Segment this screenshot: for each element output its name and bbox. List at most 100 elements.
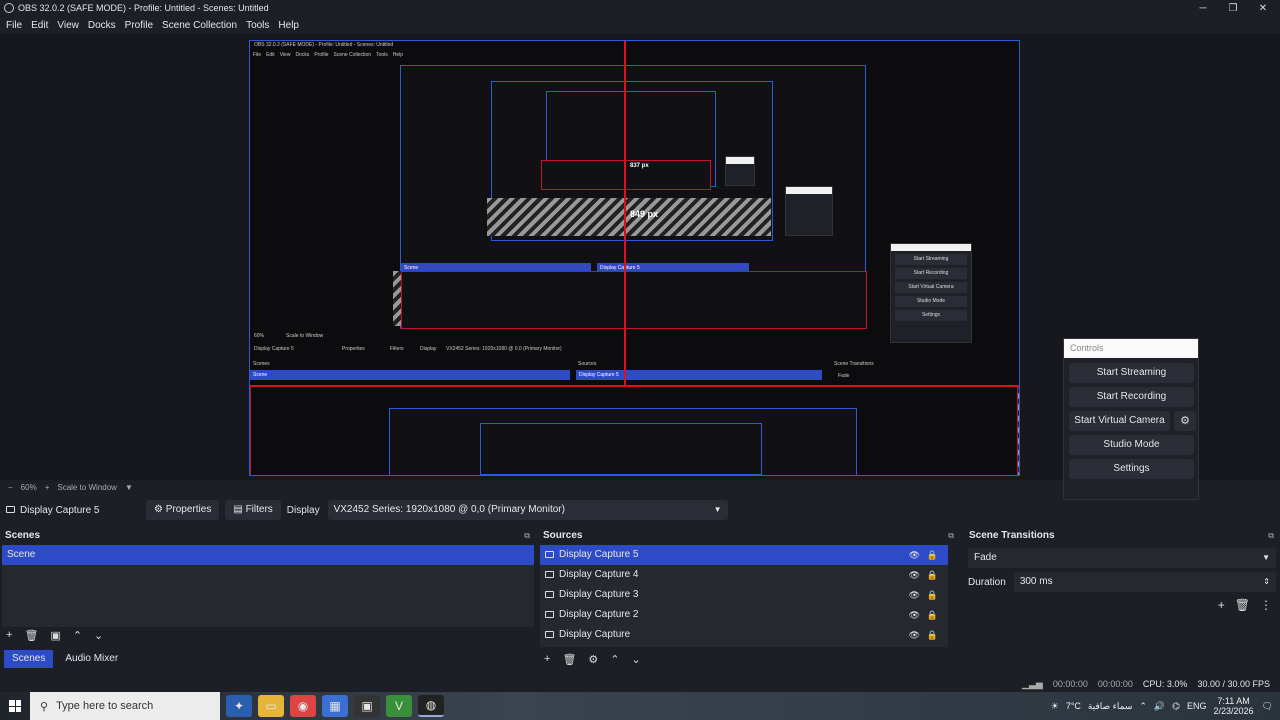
nested-selection-box-2	[401, 271, 867, 329]
move-up-icon[interactable]: ⌃	[73, 629, 82, 642]
minimize-button[interactable]: ─	[1186, 0, 1220, 16]
source-item[interactable]: Display Capture 5 👁 🔒	[540, 545, 948, 565]
menu-file[interactable]: File	[6, 20, 22, 31]
volume-icon[interactable]: 🔊	[1154, 701, 1165, 712]
chrome-icon[interactable]: ◉	[290, 695, 316, 717]
duration-row: Duration 300 ms ⇕	[968, 572, 1276, 592]
add-source-icon[interactable]: +	[544, 653, 550, 666]
tray-chevron-icon[interactable]: ⌃	[1139, 701, 1147, 712]
nested-properties: Properties	[342, 346, 365, 352]
undock-icon[interactable]: ⧉	[524, 528, 530, 544]
zoom-in-button[interactable]: +	[45, 483, 50, 492]
language-indicator[interactable]: ENG	[1187, 701, 1207, 711]
close-button[interactable]: ✕	[1246, 0, 1280, 16]
network-icon[interactable]: ⌬	[1172, 701, 1180, 712]
move-down-icon[interactable]: ⌄	[632, 653, 641, 666]
undock-icon[interactable]: ⧉	[948, 528, 954, 544]
record-time: 00:00:00	[1097, 679, 1133, 689]
add-transition-icon[interactable]: +	[1218, 598, 1225, 612]
studio-mode-button[interactable]: Studio Mode	[1069, 435, 1194, 455]
lock-icon[interactable]: 🔒	[927, 545, 938, 565]
nested-display-value: VX2452 Series: 1920x1080 @ 0,0 (Primary …	[446, 346, 562, 352]
nested-hatch-1	[487, 198, 771, 236]
start-streaming-button[interactable]: Start Streaming	[1069, 363, 1194, 383]
source-item[interactable]: Display Capture 3 👁 🔒	[540, 585, 948, 605]
menu-edit[interactable]: Edit	[31, 20, 48, 31]
source-item[interactable]: Display Capture 4 👁 🔒	[540, 565, 948, 585]
zoom-out-button[interactable]: −	[8, 483, 13, 492]
nested-bottom-frame	[250, 385, 1018, 475]
nested-scenes-title: Scenes	[253, 361, 270, 367]
move-down-icon[interactable]: ⌄	[94, 629, 103, 642]
nested-bottom-inner-2	[480, 423, 762, 475]
eye-icon[interactable]: 👁	[909, 625, 920, 645]
properties-button[interactable]: ⚙ Properties	[146, 500, 220, 520]
start-recording-button[interactable]: Start Recording	[1069, 387, 1194, 407]
monitor-icon	[545, 571, 554, 578]
tab-scenes[interactable]: Scenes	[4, 650, 54, 668]
duration-input[interactable]: 300 ms ⇕	[1013, 572, 1276, 592]
source-item-label: Display Capture 4	[559, 569, 639, 580]
eye-icon[interactable]: 👁	[909, 545, 920, 565]
nested-start-virtual-camera: Start Virtual Camera	[895, 282, 967, 293]
lock-icon[interactable]: 🔒	[927, 605, 938, 625]
title-bar: OBS 32.0.2 (SAFE MODE) - Profile: Untitl…	[0, 0, 1280, 16]
menu-tools[interactable]: Tools	[246, 20, 269, 31]
lock-icon[interactable]: 🔒	[927, 625, 938, 645]
source-item[interactable]: Display Capture 👁 🔒	[540, 625, 948, 645]
add-scene-icon[interactable]: +	[6, 629, 12, 642]
store-icon[interactable]: ▦	[322, 695, 348, 717]
filters-button[interactable]: ▤ Filters	[225, 500, 281, 520]
taskbar-search[interactable]: ⚲ Type here to search	[30, 692, 220, 720]
copilot-icon[interactable]: ✦	[226, 695, 252, 717]
source-item[interactable]: Display Capture 2 👁 🔒	[540, 605, 948, 625]
virtual-camera-settings-gear-icon[interactable]: ⚙	[1174, 411, 1196, 431]
source-item-label: Display Capture 5	[559, 549, 639, 560]
lock-icon[interactable]: 🔒	[927, 585, 938, 605]
scale-to-window: Scale to Window	[57, 482, 117, 492]
start-button[interactable]	[0, 692, 30, 720]
menu-view[interactable]: View	[57, 20, 79, 31]
undock-icon[interactable]: ⧉	[1268, 528, 1274, 544]
clock[interactable]: 7:11 AM 2/23/2026	[1214, 696, 1254, 716]
start-virtual-camera-button[interactable]: Start Virtual Camera	[1069, 411, 1170, 431]
transition-toolbar: + 🗑 ⋮	[1218, 598, 1272, 612]
fps-readout: 30.00 / 30.00 FPS	[1197, 679, 1270, 689]
zoom-dropdown-icon[interactable]: ▼	[125, 483, 133, 492]
transition-select[interactable]: Fade ▼	[968, 548, 1276, 568]
eye-icon[interactable]: 👁	[909, 585, 920, 605]
display-select[interactable]: VX2452 Series: 1920x1080 @ 0,0 (Primary …	[327, 500, 728, 520]
settings-button[interactable]: Settings	[1069, 459, 1194, 479]
nested-display-capture-label: Display Capture 5	[254, 346, 294, 352]
app-icon[interactable]: ▣	[354, 695, 380, 717]
move-up-icon[interactable]: ⌃	[610, 653, 619, 666]
menu-docks[interactable]: Docks	[88, 20, 116, 31]
spinner-icon[interactable]: ⇕	[1263, 572, 1270, 592]
properties-label: Properties	[165, 504, 212, 515]
menu-bar: File Edit View Docks Profile Scene Colle…	[0, 16, 1280, 34]
obs-taskbar-icon[interactable]: ◍	[418, 695, 444, 717]
file-explorer-icon[interactable]: ▭	[258, 695, 284, 717]
vim-icon[interactable]: V	[386, 695, 412, 717]
remove-source-icon[interactable]: 🗑	[562, 653, 576, 666]
controls-dock: Controls Start Streaming Start Recording…	[1063, 338, 1199, 500]
menu-scene-collection[interactable]: Scene Collection	[162, 20, 237, 31]
preview-canvas[interactable]: OBS 32.0.2 (SAFE MODE) - Profile: Untitl…	[249, 40, 1020, 476]
eye-icon[interactable]: 👁	[909, 565, 920, 585]
menu-profile[interactable]: Profile	[125, 20, 153, 31]
lock-icon[interactable]: 🔒	[927, 565, 938, 585]
remove-scene-icon[interactable]: 🗑	[24, 629, 38, 642]
maximize-button[interactable]: ❐	[1216, 0, 1250, 16]
notifications-icon[interactable]: 🗨	[1262, 701, 1273, 712]
tab-audio-mixer[interactable]: Audio Mixer	[57, 650, 126, 668]
scene-item[interactable]: Scene	[2, 545, 534, 565]
transition-menu-icon[interactable]: ⋮	[1260, 598, 1272, 612]
remove-transition-icon[interactable]: 🗑	[1235, 598, 1250, 612]
source-properties-gear-icon[interactable]: ⚙	[588, 653, 598, 666]
transition-select-value: Fade	[974, 552, 997, 563]
measure-label-837: 837 px	[630, 163, 649, 169]
eye-icon[interactable]: 👁	[909, 605, 920, 625]
sources-dock-title-text: Sources	[543, 530, 583, 541]
scene-filters-icon[interactable]: ▣	[50, 629, 60, 642]
menu-help[interactable]: Help	[278, 20, 299, 31]
